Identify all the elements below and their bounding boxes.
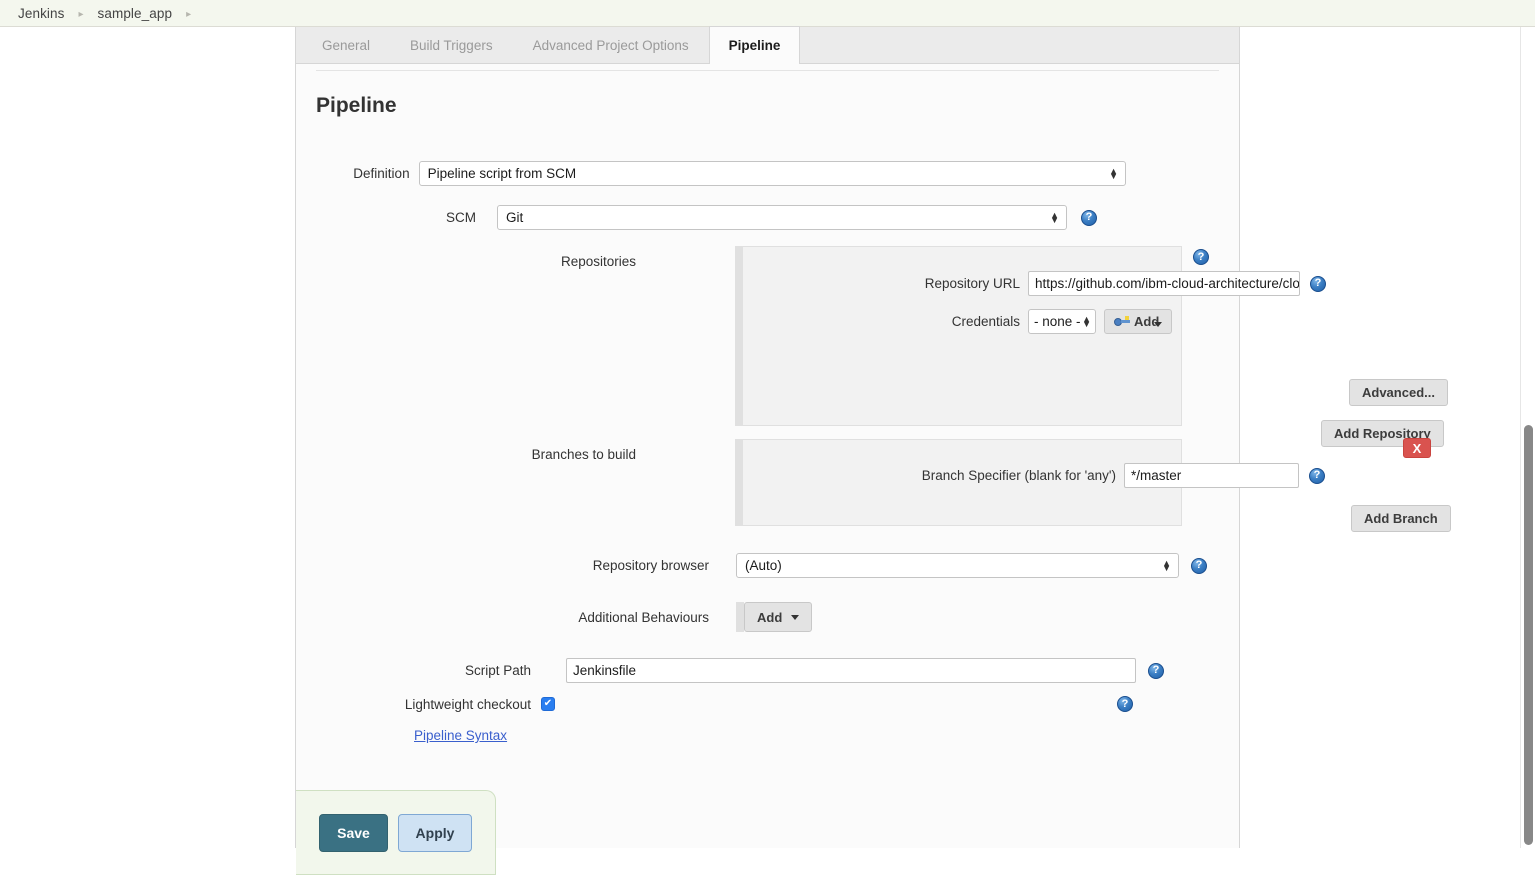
definition-select[interactable]: Pipeline script from SCM ▲ ▼: [418, 161, 1126, 186]
script-path-label: Script Path: [464, 663, 531, 678]
chevron-down-icon: [791, 614, 800, 620]
config-panel: General Build Triggers Advanced Project …: [296, 26, 1451, 848]
lightweight-checkout-label: Lightweight checkout: [404, 696, 531, 712]
branch-specifier-input[interactable]: */master: [1124, 463, 1299, 488]
scm-select-value: Git: [506, 210, 524, 225]
credentials-select-value: - none -: [1034, 314, 1081, 329]
help-icon-repositories[interactable]: ?: [1193, 249, 1209, 265]
additional-behaviours-add-label: Add: [757, 609, 783, 625]
repository-url-row: Repository URL https://github.com/ibm-cl…: [743, 271, 1326, 296]
repository-browser-row: Repository browser (Auto) ▲ ▼ ?: [296, 553, 1207, 578]
repository-browser-value: (Auto): [745, 558, 782, 573]
config-tab-bar: General Build Triggers Advanced Project …: [296, 26, 1239, 64]
delete-branch-button[interactable]: X: [1403, 438, 1431, 458]
branches-to-build-label: Branches to build: [531, 447, 636, 462]
tab-advanced-project-options[interactable]: Advanced Project Options: [513, 26, 709, 63]
help-icon-lightweight-checkout[interactable]: ?: [1117, 696, 1133, 712]
credentials-label: Credentials: [951, 314, 1020, 329]
breadcrumb-separator-icon: ▸: [78, 8, 84, 20]
definition-label: Definition: [353, 166, 410, 181]
form-footer-bar: Save Apply: [296, 790, 496, 875]
repository-browser-label: Repository browser: [592, 558, 709, 573]
sidebar-region: [0, 27, 296, 848]
repository-url-input[interactable]: https://github.com/ibm-cloud-architectur…: [1028, 271, 1300, 296]
breadcrumb-item-sample-app[interactable]: sample_app: [98, 6, 173, 21]
branches-group-box: X Branch Specifier (blank for 'any') */m…: [742, 438, 1451, 532]
pipeline-form: Pipeline Definition Pipeline script from…: [296, 64, 1451, 847]
breadcrumb-item-jenkins[interactable]: Jenkins: [18, 6, 64, 21]
repository-browser-select[interactable]: (Auto) ▲ ▼: [736, 553, 1179, 578]
stepper-icon: ▲ ▼: [1050, 209, 1059, 225]
add-branch-button[interactable]: Add Branch: [1351, 505, 1451, 532]
repositories-group-box: Repository URL https://github.com/ibm-cl…: [742, 246, 1448, 447]
lightweight-checkout-row: Lightweight checkout ✔ ?: [296, 696, 1133, 712]
page-title: Pipeline: [316, 94, 397, 118]
help-icon-branch-specifier[interactable]: ?: [1309, 467, 1325, 484]
chevron-down-icon: [1154, 322, 1163, 327]
advanced-button[interactable]: Advanced...: [1349, 379, 1448, 406]
script-path-input[interactable]: Jenkinsfile: [566, 658, 1136, 683]
help-icon-scm[interactable]: ?: [1081, 209, 1097, 226]
tab-build-triggers[interactable]: Build Triggers: [390, 26, 513, 63]
definition-row: Definition Pipeline script from SCM ▲ ▼: [296, 161, 1126, 186]
breadcrumb-separator-icon[interactable]: ▸: [186, 9, 191, 20]
section-divider: [316, 70, 1219, 71]
branch-specifier-row: Branch Specifier (blank for 'any') */mas…: [743, 463, 1325, 488]
repositories-label: Repositories: [560, 254, 636, 269]
scm-row: SCM Git ▲ ▼ ?: [296, 205, 1166, 230]
additional-behaviours-label: Additional Behaviours: [578, 609, 709, 625]
breadcrumb: Jenkins ▸ sample_app ▸: [0, 0, 1535, 27]
additional-behaviours-add-button[interactable]: Add: [744, 602, 813, 632]
help-icon-repository-url[interactable]: ?: [1310, 275, 1326, 292]
save-button[interactable]: Save: [319, 814, 388, 852]
pipeline-syntax-link[interactable]: Pipeline Syntax: [414, 728, 507, 743]
repository-url-label: Repository URL: [924, 276, 1020, 291]
additional-behaviours-group-bar: [736, 602, 744, 632]
credentials-select[interactable]: - none - ▲ ▼: [1028, 309, 1096, 334]
definition-select-value: Pipeline script from SCM: [427, 166, 577, 181]
key-icon: [1114, 316, 1130, 327]
tab-general[interactable]: General: [302, 26, 390, 63]
script-path-row: Script Path Jenkinsfile ?: [296, 658, 1164, 683]
apply-button[interactable]: Apply: [398, 814, 472, 852]
stepper-icon: ▲ ▼: [1109, 165, 1118, 181]
help-icon-script-path[interactable]: ?: [1148, 662, 1164, 679]
credentials-add-button[interactable]: Add: [1104, 309, 1173, 334]
page-scrollbar[interactable]: [1520, 27, 1535, 848]
tab-pipeline[interactable]: Pipeline: [708, 26, 801, 64]
credentials-row: Credentials - none - ▲ ▼ Add: [743, 309, 1173, 334]
help-icon-repository-browser[interactable]: ?: [1191, 557, 1207, 574]
stepper-icon: ▲ ▼: [1082, 313, 1091, 329]
additional-behaviours-row: Additional Behaviours Add: [296, 602, 813, 632]
page-scrollbar-thumb[interactable]: [1524, 425, 1533, 845]
page-body: General Build Triggers Advanced Project …: [0, 26, 1535, 875]
stepper-icon: ▲ ▼: [1162, 557, 1171, 573]
scm-select[interactable]: Git ▲ ▼: [497, 205, 1067, 230]
branch-specifier-label: Branch Specifier (blank for 'any'): [921, 468, 1116, 483]
scm-label: SCM: [446, 210, 476, 225]
lightweight-checkout-checkbox[interactable]: ✔: [541, 697, 555, 711]
